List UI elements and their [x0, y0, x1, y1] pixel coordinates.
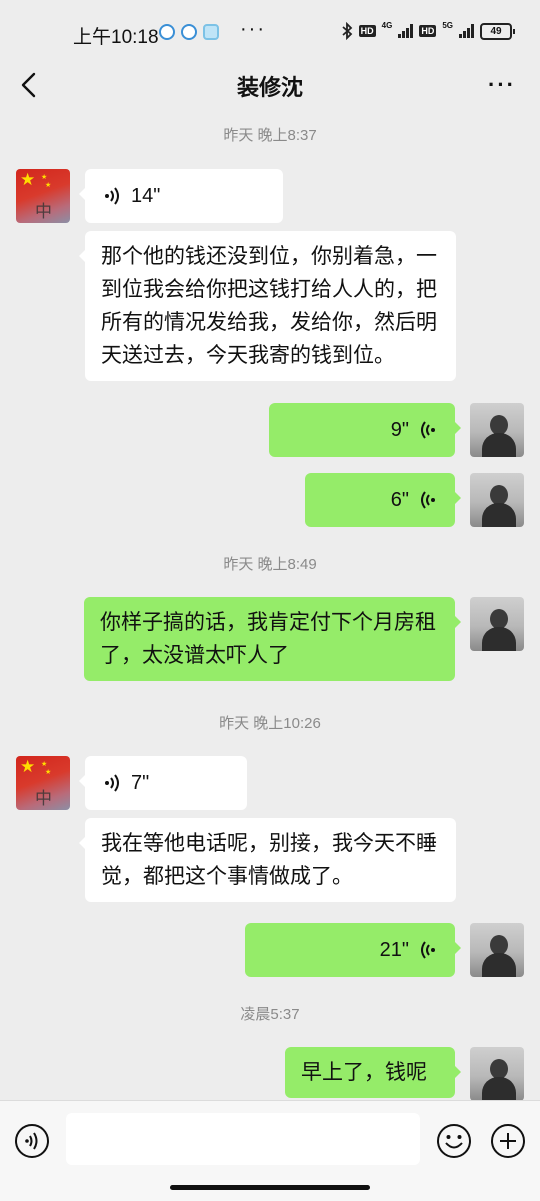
- status-time: 上午10:18: [73, 27, 159, 48]
- flag-star-icon: ★: [20, 170, 36, 189]
- contact-avatar[interactable]: ★ ★ ★ 中: [16, 756, 70, 810]
- home-indicator[interactable]: [170, 1185, 370, 1190]
- app-notification-icon: [159, 24, 175, 40]
- voice-duration: 7": [131, 771, 150, 794]
- emoji-icon[interactable]: [436, 1123, 472, 1159]
- text-message[interactable]: 我在等他电话呢，别接，我今天不睡觉，都把这个事情做成了。: [79, 818, 456, 902]
- contact-avatar[interactable]: ★ ★ ★ 中: [16, 169, 70, 223]
- app-notification-icon: [181, 24, 197, 40]
- timestamp: 昨天 晚上8:49: [223, 556, 317, 573]
- more-notifications-icon: ···: [240, 18, 266, 40]
- notification-icons: [159, 24, 219, 40]
- message-input[interactable]: [66, 1113, 420, 1165]
- my-avatar[interactable]: [470, 473, 524, 527]
- more-options-icon[interactable]: ···: [488, 72, 516, 98]
- voice-message[interactable]: 9": [269, 403, 461, 457]
- voice-message[interactable]: 21": [245, 923, 461, 977]
- bluetooth-icon: [342, 22, 352, 40]
- timestamp: 凌晨5:37: [240, 1006, 300, 1023]
- voice-message[interactable]: 6": [305, 473, 461, 527]
- my-avatar[interactable]: [470, 403, 524, 457]
- status-right: HD 4G HD 5G 49: [341, 20, 515, 40]
- voice-duration: 21": [379, 938, 409, 961]
- add-icon[interactable]: [490, 1123, 526, 1159]
- voice-wave-icon: [421, 421, 435, 439]
- text-message[interactable]: 那个他的钱还没到位，你别着急，一到位我会给你把这钱打给人人的，把所有的情况发给我…: [79, 231, 456, 381]
- voice-input-icon[interactable]: [14, 1123, 50, 1159]
- timestamp: 昨天 晚上10:26: [219, 715, 321, 732]
- status-bar: 上午10:18 ··· HD 4G HD 5G 49: [0, 0, 540, 60]
- voice-wave-icon: [421, 491, 435, 509]
- flag-star-icon: ★: [20, 757, 36, 776]
- voice-message[interactable]: 14": [79, 169, 283, 223]
- hd-icon: HD: [419, 25, 437, 37]
- my-avatar[interactable]: [470, 597, 524, 651]
- text-message[interactable]: 你样子搞的话，我肯定付下个月房租了，太没谱太吓人了: [84, 597, 461, 681]
- my-avatar[interactable]: [470, 1047, 524, 1101]
- app-notification-icon: [203, 24, 219, 40]
- signal-icon: [459, 24, 474, 38]
- voice-duration: 14": [131, 184, 161, 207]
- voice-wave-icon: [105, 774, 119, 792]
- network-type-5g: 5G: [442, 20, 453, 30]
- text-message[interactable]: 早上了，钱呢: [285, 1047, 461, 1098]
- chat-header: 装修沈 ···: [0, 60, 540, 110]
- timestamp: 昨天 晚上8:37: [223, 127, 317, 144]
- chat-area[interactable]: 昨天 晚上8:37 ★ ★ ★ 中 14" 那个他的钱还没到位，你别着急，一到位我…: [0, 110, 540, 1101]
- my-avatar[interactable]: [470, 923, 524, 977]
- voice-wave-icon: [105, 187, 119, 205]
- network-type-4g: 4G: [381, 20, 393, 30]
- voice-duration: 9": [390, 418, 409, 441]
- voice-wave-icon: [421, 941, 435, 959]
- hd-icon: HD: [358, 25, 376, 37]
- signal-icon: [398, 24, 414, 38]
- chat-title: 装修沈: [236, 75, 303, 100]
- battery-icon: 49: [480, 22, 515, 40]
- voice-duration: 6": [390, 488, 409, 511]
- voice-message[interactable]: 7": [79, 756, 247, 810]
